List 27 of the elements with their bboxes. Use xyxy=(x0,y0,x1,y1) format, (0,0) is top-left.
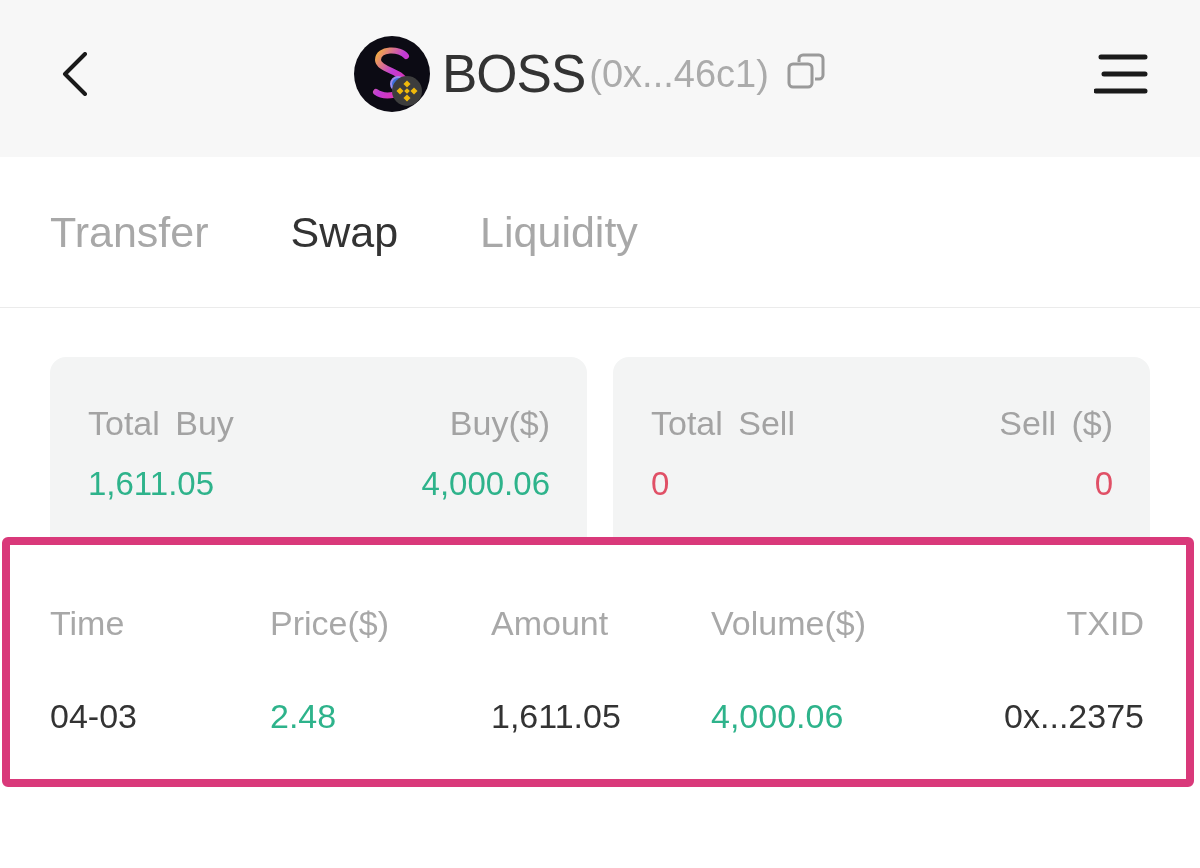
tab[interactable]: Swap xyxy=(290,207,399,257)
table-cell-text: 4,000.06 xyxy=(711,695,845,737)
summary-label: Sell ($) xyxy=(999,403,1113,444)
menu-icon[interactable] xyxy=(1094,53,1148,94)
summary-label: Total Buy xyxy=(88,403,234,444)
column-header: TXID xyxy=(1065,603,1144,644)
column-header: Price($) xyxy=(270,603,391,644)
token-title: BOSS xyxy=(442,47,586,100)
summary-label: Buy($) xyxy=(449,403,550,444)
tab[interactable]: Transfer xyxy=(50,207,209,257)
summary-value: 4,000.06 xyxy=(421,464,550,505)
summary-value: 0 xyxy=(1094,464,1113,505)
copy-icon[interactable] xyxy=(786,52,825,89)
summary-value: 0 xyxy=(651,464,670,505)
column-header: Volume($) xyxy=(711,603,867,644)
summary-value: 1,611.05 xyxy=(88,464,214,505)
column-header: Time xyxy=(50,603,126,644)
table-cell-text: 2.48 xyxy=(270,695,338,737)
tab[interactable]: Liquidity xyxy=(480,207,638,257)
table-cell-text: 0x...2375 xyxy=(1003,695,1144,737)
back-icon[interactable] xyxy=(62,51,88,96)
table-cell-text: 1,611.05 xyxy=(491,695,622,737)
chain-badge-icon xyxy=(392,75,422,106)
token-address: (0x...46c1) xyxy=(589,54,769,93)
column-header: Amount xyxy=(491,603,610,644)
table-cell-text: 04-03 xyxy=(50,695,138,737)
summary-label: Total Sell xyxy=(651,403,795,444)
